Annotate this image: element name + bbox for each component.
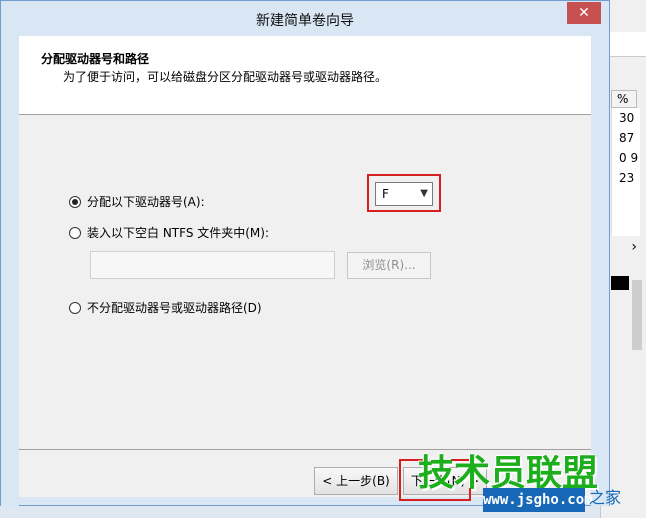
list-item: 30: [619, 111, 635, 125]
radio-icon[interactable]: [69, 301, 81, 314]
window-frame-left: [1, 36, 19, 506]
watermark-suffix: 之家: [589, 488, 622, 507]
column-header-percent[interactable]: %: [611, 90, 637, 108]
page-title: 分配驱动器号和路径: [41, 52, 150, 66]
list-item: 0 9: [619, 151, 639, 165]
drive-letter-select[interactable]: F ▼: [375, 182, 433, 206]
mount-folder-label: 装入以下空白 NTFS 文件夹中(M):: [87, 226, 270, 240]
watermark-url: www.jsgho.com: [483, 488, 593, 512]
window-frame-right: [591, 36, 609, 506]
browse-button[interactable]: 浏览(R)...: [347, 252, 431, 279]
assign-letter-label: 分配以下驱动器号(A):: [87, 195, 205, 209]
folder-path-input[interactable]: [90, 251, 335, 279]
disk-bar: [611, 276, 629, 290]
wizard-header: 分配驱动器号和路径 为了便于访问，可以给磁盘分区分配驱动器号或驱动器路径。: [19, 36, 591, 115]
title-bar: 新建简单卷向导 ✕: [1, 1, 609, 36]
page-subtitle: 为了便于访问，可以给磁盘分区分配驱动器号或驱动器路径。: [63, 70, 388, 84]
chevron-right-icon[interactable]: ›: [631, 239, 637, 255]
close-button[interactable]: ✕: [567, 2, 601, 24]
mount-folder-option[interactable]: 装入以下空白 NTFS 文件夹中(M):: [69, 224, 269, 241]
no-letter-label: 不分配驱动器号或驱动器路径(D): [87, 301, 262, 315]
drive-letter-value: F: [382, 187, 389, 201]
radio-selected-icon[interactable]: [69, 195, 81, 208]
back-button[interactable]: < 上一步(B): [314, 467, 398, 495]
no-letter-option[interactable]: 不分配驱动器号或驱动器路径(D): [69, 299, 262, 316]
vertical-scrollbar[interactable]: [629, 268, 645, 398]
list-item: 23: [619, 171, 635, 185]
horizontal-scrollbar[interactable]: ›: [611, 236, 637, 258]
chevron-down-icon[interactable]: ▼: [420, 183, 428, 205]
list-item: 87: [619, 131, 635, 145]
window-title: 新建简单卷向导: [256, 13, 354, 29]
new-simple-volume-wizard: 新建简单卷向导 ✕ 分配驱动器号和路径 为了便于访问，可以给磁盘分区分配驱动器号…: [0, 0, 610, 506]
wizard-body: [19, 115, 591, 450]
assign-letter-option[interactable]: 分配以下驱动器号(A):: [69, 193, 205, 210]
background-list: 30 87 0 9 23: [611, 108, 640, 236]
scroll-thumb[interactable]: [632, 280, 642, 350]
radio-icon[interactable]: [69, 226, 81, 239]
